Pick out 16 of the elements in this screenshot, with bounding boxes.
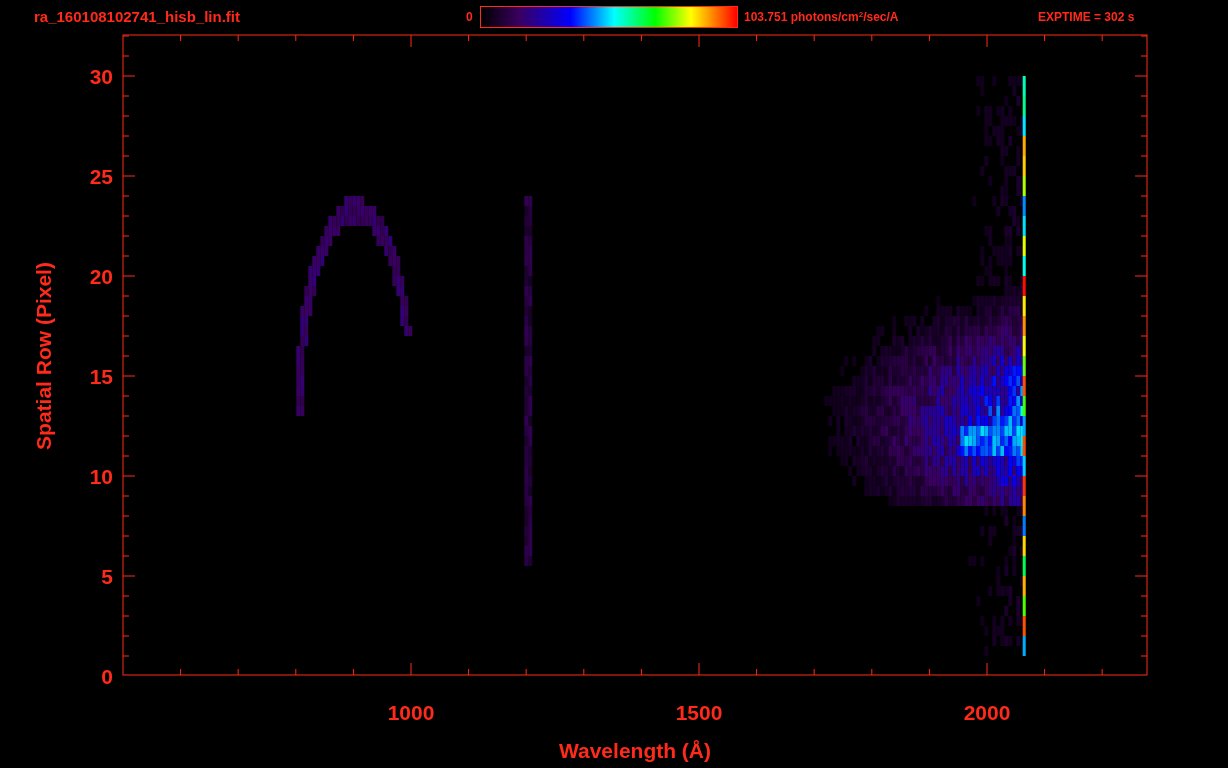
y-tick-label: 20 [89, 265, 113, 288]
y-tick-label: 10 [89, 465, 113, 488]
colorbar-max-label: 103.751 photons/cm$^{2}$/sec/A [744, 9, 900, 26]
x-tick-label: 2000 [963, 701, 1011, 724]
x-axis-label: Wavelength (Å) [558, 739, 712, 762]
y-tick-label: 5 [101, 565, 113, 588]
y-tick-label: 15 [89, 365, 113, 388]
y-tick-label: 30 [89, 65, 113, 88]
y-tick-label: 25 [89, 165, 113, 188]
file-name-title: ra_160108102741_hisb_lin.fit [34, 6, 241, 27]
y-tick-label: 0 [101, 665, 113, 688]
y-axis-label: Spatial Row (Pixel) [32, 262, 55, 450]
colorbar-min-label: 0 [466, 9, 474, 26]
x-tick-label: 1000 [387, 701, 435, 724]
x-tick-label: 1500 [675, 701, 723, 724]
exposure-time-label: EXPTIME = 302 s [1038, 9, 1135, 26]
